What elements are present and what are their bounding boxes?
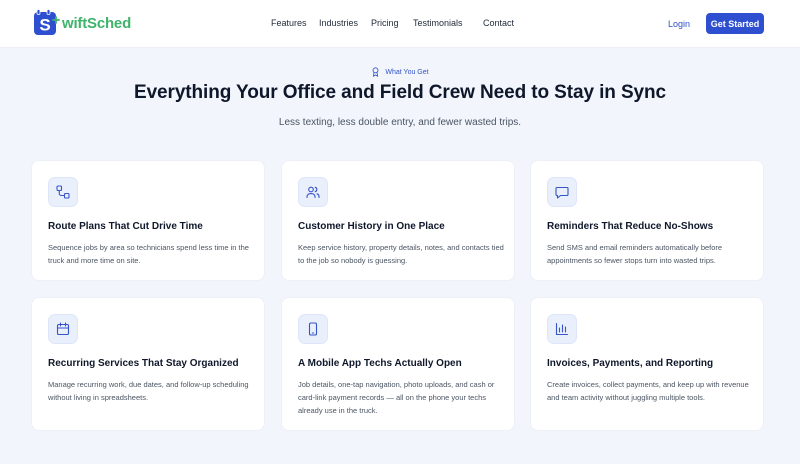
feature-description: Manage recurring work, due dates, and fo… xyxy=(48,380,249,402)
section-title: Everything Your Office and Field Crew Ne… xyxy=(134,82,666,103)
feature-title: Recurring Services That Stay Organized xyxy=(48,358,239,369)
message-icon xyxy=(547,177,577,207)
feature-title: Reminders That Reduce No-Shows xyxy=(547,221,714,232)
feature-title: Invoices, Payments, and Reporting xyxy=(547,358,714,369)
nav-link-industries[interactable]: Industries xyxy=(319,18,358,28)
feature-card-mobile-app: A Mobile App Techs Actually Open Job det… xyxy=(281,297,515,431)
brand-logo[interactable]: S wiftSched xyxy=(33,9,131,37)
users-icon xyxy=(298,177,328,207)
svg-text:S: S xyxy=(39,16,50,35)
section-eyebrow: What You Get xyxy=(0,66,800,78)
feature-title: Customer History in One Place xyxy=(298,221,445,232)
calendar-icon xyxy=(48,314,78,344)
section-subtitle: Less texting, less double entry, and few… xyxy=(278,117,522,128)
feature-description: Send SMS and email reminders automatical… xyxy=(547,243,723,265)
logo-mark-icon: S xyxy=(33,9,61,37)
feature-card-route-plans: Route Plans That Cut Drive Time Sequence… xyxy=(31,160,265,281)
brand-name: wiftSched xyxy=(62,14,132,32)
feature-card-reminders: Reminders That Reduce No-Shows Send SMS … xyxy=(530,160,764,281)
feature-card-customer-history: Customer History in One Place Keep servi… xyxy=(281,160,515,281)
feature-description: Create invoices, collect payments, and k… xyxy=(547,380,749,402)
get-started-button[interactable]: Get Started xyxy=(706,13,764,34)
feature-description: Job details, one-tap navigation, photo u… xyxy=(298,380,495,415)
smartphone-icon xyxy=(298,314,328,344)
nav-link-contact[interactable]: Contact xyxy=(483,18,514,28)
feature-title: Route Plans That Cut Drive Time xyxy=(48,221,203,232)
feature-description: Keep service history, property details, … xyxy=(298,243,504,265)
eyebrow-label: What You Get xyxy=(385,68,429,76)
feature-card-recurring-services: Recurring Services That Stay Organized M… xyxy=(31,297,265,431)
feature-description: Sequence jobs by area so technicians spe… xyxy=(48,243,249,265)
nav-link-pricing[interactable]: Pricing xyxy=(371,18,399,28)
badge-icon xyxy=(372,67,379,77)
feature-title: A Mobile App Techs Actually Open xyxy=(298,358,462,369)
nav-link-features[interactable]: Features xyxy=(271,18,307,28)
nav-link-testimonials[interactable]: Testimonials xyxy=(413,18,463,28)
top-navbar: S wiftSched Features Industries Pricing … xyxy=(0,0,800,48)
login-button[interactable]: Login xyxy=(659,13,699,34)
bar-chart-icon xyxy=(547,314,577,344)
feature-card-invoices: Invoices, Payments, and Reporting Create… xyxy=(530,297,764,431)
route-icon xyxy=(48,177,78,207)
